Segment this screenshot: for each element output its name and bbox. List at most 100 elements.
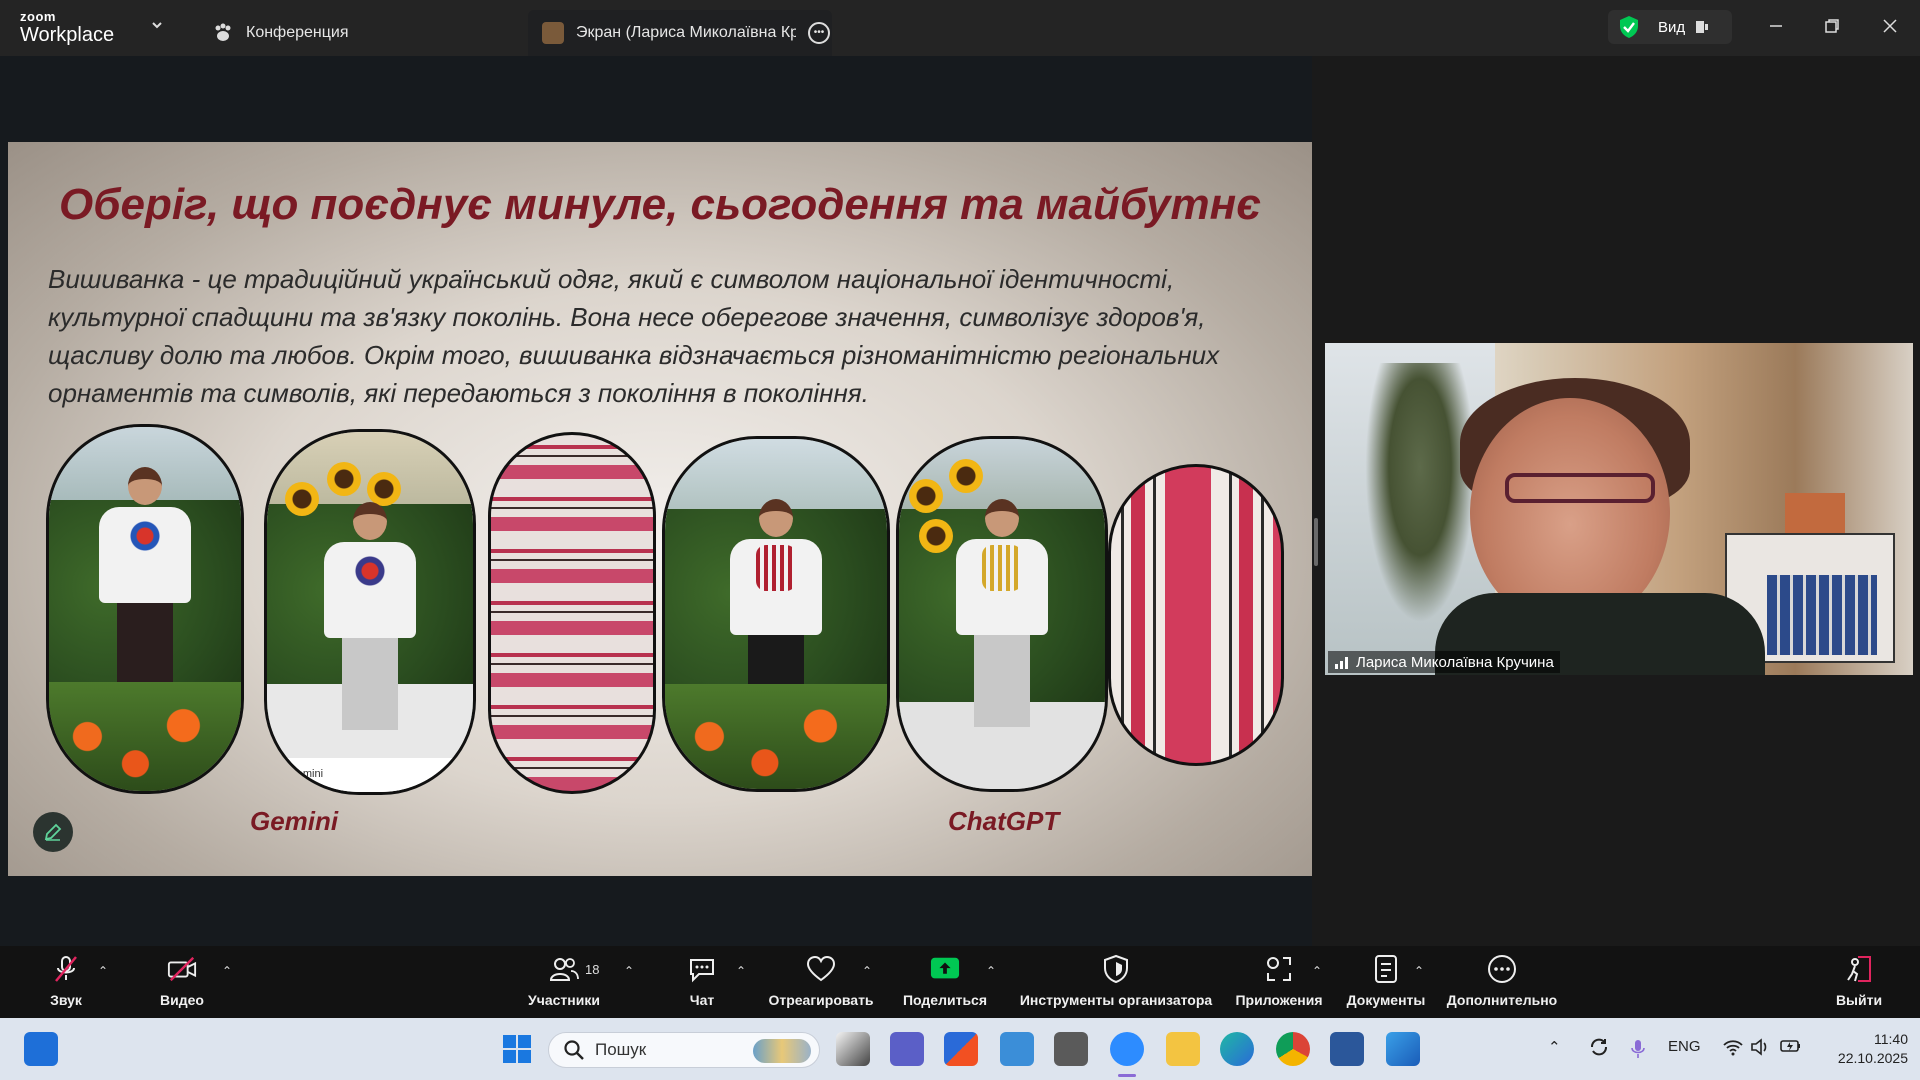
share-caret-icon[interactable]: ⌃ [986,964,996,978]
chat-caret-icon[interactable]: ⌃ [736,964,746,978]
video-label: Видео [160,992,204,1008]
audio-caret-icon[interactable]: ⌃ [98,964,108,978]
participant-video[interactable] [1325,343,1913,675]
participants-count: 18 [585,962,600,977]
docs-label: Документы [1346,992,1426,1008]
document-icon [1371,954,1401,984]
tab-conference-label: Конференция [246,24,349,41]
windows-taskbar: Пошук ⌃ ENG 11:40 22.10.2025 [0,1018,1920,1080]
audio-label: Звук [50,992,82,1008]
apps-caret-icon[interactable]: ⌃ [1312,964,1322,978]
clock-date: 22.10.2025 [1837,1050,1908,1066]
chrome-icon[interactable] [1276,1032,1310,1066]
widgets-icon[interactable] [24,1032,58,1066]
share-button[interactable]: Поделиться [900,954,990,1008]
volume-icon[interactable] [1750,1038,1770,1060]
clock-time: 11:40 [1874,1031,1908,1047]
title-bar: zoom Workplace Конференция Экран (Лариса… [0,0,1920,56]
chat-button[interactable]: Чат [680,954,724,1008]
tab-screen-share[interactable]: Экран (Лариса Миколаївна Кру ••• [528,10,832,56]
chat-icon [687,954,717,984]
embroidery-pattern-1 [488,432,656,794]
language-indicator[interactable]: ENG [1668,1038,1701,1055]
share-label: Поделиться [902,992,988,1008]
participant-name-tag: Лариса Миколаївна Кручина [1328,651,1560,673]
zoom-workplace-logo: zoom Workplace [20,10,120,50]
battery-icon[interactable] [1780,1038,1802,1058]
sync-icon[interactable] [1588,1036,1610,1058]
photo-woman-flowers-1 [46,424,244,794]
screen-thumbnail [542,22,564,44]
presentation-slide: Оберіг, що поєднує минуле, сьогодення та… [8,142,1312,876]
resize-handle[interactable] [1314,518,1318,566]
docs-caret-icon[interactable]: ⌃ [1414,964,1424,978]
leave-button[interactable]: Выйти [1836,954,1882,1008]
heart-icon [806,954,836,984]
more-icon [1487,954,1517,984]
share-screen-icon [930,954,960,984]
participants-label: Участники [528,992,600,1008]
view-label: Вид [1658,18,1686,36]
restore-icon[interactable] [1814,10,1850,42]
apps-button[interactable]: Приложения [1232,954,1326,1008]
taskbar-search[interactable]: Пошук [548,1032,820,1068]
shield-icon [1101,954,1131,984]
slide-title: Оберіг, що поєднує минуле, сьогодення та… [59,180,1261,229]
tray-chevron-icon[interactable]: ⌃ [1548,1038,1561,1056]
search-icon [564,1040,584,1060]
tab-conference[interactable]: Конференция [212,10,349,56]
file-explorer-icon[interactable] [1166,1032,1200,1066]
layout-icon [1696,21,1709,33]
word-icon[interactable] [1330,1032,1364,1066]
audio-button[interactable]: Звук [40,954,92,1008]
docs-button[interactable]: Документы [1344,954,1428,1008]
caption-chatgpt: ChatGPT [948,806,1060,836]
apps-icon [1264,954,1294,984]
participants-caret-icon[interactable]: ⌃ [624,964,634,978]
store-icon[interactable] [944,1032,978,1066]
zoom-icon[interactable] [1110,1032,1144,1066]
teams-icon[interactable] [890,1032,924,1066]
video-button[interactable]: Видео [156,954,208,1008]
host-tools-button[interactable]: Инструменты организатора [1016,954,1216,1008]
calculator-icon[interactable] [1054,1032,1088,1066]
video-caret-icon[interactable]: ⌃ [222,964,232,978]
chat-label: Чат [689,992,715,1008]
leave-icon [1844,954,1874,984]
slide-body-text: Вишиванка - це традиційний український о… [48,264,1220,408]
camera-off-icon [167,954,197,984]
photo-woman-flowers-2 [662,436,890,792]
chevron-down-icon[interactable] [150,18,170,38]
signal-bars-icon [1335,657,1348,669]
taskbar-clock[interactable]: 11:40 22.10.2025 [1818,1030,1908,1068]
task-view-icon[interactable] [836,1032,870,1066]
minimize-icon[interactable] [1758,10,1794,42]
embroidery-pattern-2 [1108,464,1284,766]
react-caret-icon[interactable]: ⌃ [862,964,872,978]
wifi-icon[interactable] [1722,1038,1744,1060]
microphone-icon[interactable] [1630,1038,1646,1064]
tab-screen-label: Экран (Лариса Миколаївна Кру [576,24,796,41]
participants-icon [549,954,579,984]
shield-check-icon [1620,16,1638,38]
photos-icon[interactable] [1000,1032,1034,1066]
annotate-pencil-icon[interactable] [33,812,73,852]
photo-editor-icon[interactable] [1386,1032,1420,1066]
apps-label: Приложения [1235,992,1323,1008]
paw-icon [215,23,231,41]
view-button[interactable]: Вид [1608,10,1732,44]
edge-icon[interactable] [1220,1032,1254,1066]
windows-start-icon[interactable] [500,1032,534,1066]
close-icon[interactable] [1872,10,1908,42]
caption-gemini: Gemini [250,806,339,836]
react-button[interactable]: Отреагировать [766,954,876,1008]
more-label: Дополнительно [1446,992,1558,1008]
react-label: Отреагировать [768,992,874,1008]
zoom-active-indicator [1118,1074,1136,1077]
more-options-icon[interactable]: ••• [808,22,830,44]
photo-woman-sunflowers-chatgpt [896,436,1108,792]
host-tools-label: Инструменты организатора [1019,992,1213,1008]
search-placeholder: Пошук [595,1040,647,1059]
meeting-toolbar: Звук ⌃ Видео ⌃ Участники 18 ⌃ Чат ⌃ Отре… [0,946,1920,1018]
more-button[interactable]: Дополнительно [1446,954,1558,1008]
